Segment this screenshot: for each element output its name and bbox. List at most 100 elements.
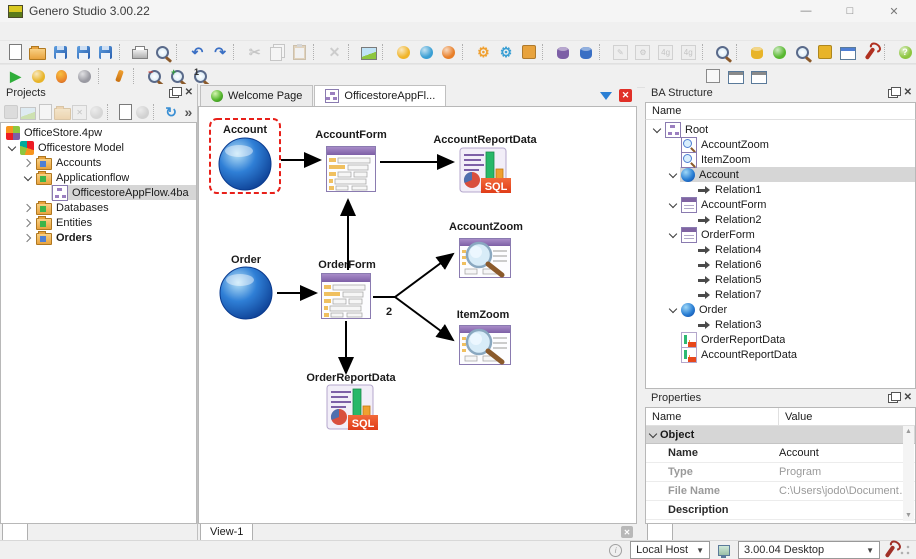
find-in-files-button[interactable] — [711, 42, 734, 62]
tree-entities[interactable]: Entities — [1, 215, 196, 230]
archive-button[interactable] — [2, 102, 19, 122]
build-all-button[interactable] — [415, 42, 438, 62]
tab-view-1[interactable]: View-1 — [200, 524, 254, 541]
menu-build[interactable] — [76, 30, 94, 32]
diagram-node-accountreportdata[interactable]: AccountReportData — [433, 134, 538, 194]
pin-button[interactable] — [108, 66, 131, 86]
resize-grip[interactable] — [900, 545, 910, 555]
panel-splitter[interactable] — [637, 84, 645, 541]
ba-relation5[interactable]: Relation5 — [646, 272, 915, 287]
screenshot-button[interactable] — [358, 42, 381, 62]
edit-schema-button[interactable]: ✎ — [609, 42, 632, 62]
menu-items[interactable] — [58, 30, 76, 32]
prop-file-name[interactable]: File Name C:\Users\jodo\Documents\My Gen… — [646, 482, 915, 501]
dependencies-button[interactable] — [134, 102, 151, 122]
tree-chevron[interactable] — [650, 128, 664, 132]
ba-accountzoom[interactable]: AccountZoom — [646, 136, 915, 153]
tools-wrench-button[interactable] — [859, 42, 882, 62]
tree-chevron[interactable] — [21, 205, 35, 211]
tab-projects[interactable] — [2, 524, 28, 541]
tree-applicationflow[interactable]: Applicationflow — [1, 170, 196, 185]
save-as-button[interactable] — [72, 42, 95, 62]
ba-accountreportdata[interactable]: AccountReportData — [646, 346, 915, 363]
copy-button[interactable] — [266, 42, 289, 62]
menu-scm[interactable] — [130, 30, 148, 32]
projects-float-icon[interactable] — [168, 86, 182, 98]
property-value[interactable]: Program — [772, 466, 915, 478]
float-view-button[interactable] — [724, 66, 747, 86]
diagram-node-orderform[interactable]: OrderForm — [318, 259, 376, 319]
diagram-node-order[interactable]: Order — [219, 254, 273, 320]
prop-name[interactable]: Name Account — [646, 444, 915, 463]
new-file-button[interactable] — [4, 42, 27, 62]
tree-chevron[interactable] — [5, 146, 19, 150]
generate-button[interactable]: ⚙ — [632, 42, 655, 62]
help-button[interactable]: ? — [894, 42, 916, 62]
print-button[interactable] — [129, 42, 152, 62]
run-button[interactable]: ▶ — [4, 66, 27, 86]
save-button[interactable] — [49, 42, 72, 62]
build-node-button[interactable] — [88, 102, 105, 122]
menu-database[interactable] — [112, 30, 130, 32]
tree-officestoreappflow-4ba[interactable]: OfficestoreAppFlow.4ba — [1, 184, 196, 201]
build-button[interactable] — [392, 42, 415, 62]
properties-close-icon[interactable]: ✕ — [904, 393, 912, 403]
zoom-actual-button[interactable]: 1 — [189, 66, 212, 86]
properties-group-object[interactable]: Object — [646, 426, 915, 444]
save-all-button[interactable] — [95, 42, 118, 62]
exclude-button[interactable]: ✕ — [71, 102, 88, 122]
export-database-button[interactable] — [575, 42, 598, 62]
zoom-in-button[interactable]: + — [166, 66, 189, 86]
tab-properties[interactable] — [647, 524, 673, 541]
meta-schema-button[interactable] — [814, 42, 837, 62]
print-preview-button[interactable] — [152, 42, 175, 62]
tab-files[interactable] — [28, 524, 52, 540]
form-designer-button[interactable] — [837, 42, 860, 62]
close-button[interactable]: ✕ — [872, 0, 916, 22]
add-file-button[interactable] — [117, 102, 134, 122]
diagram-node-orderreportdata[interactable]: OrderReportData — [306, 372, 396, 431]
scroll-up-icon[interactable]: ▲ — [905, 428, 912, 435]
tree-chevron[interactable] — [21, 220, 35, 226]
ba-relation6[interactable]: Relation6 — [646, 257, 915, 272]
ba-relation3[interactable]: Relation3 — [646, 317, 915, 332]
ba-account[interactable]: Account — [646, 167, 915, 182]
properties-float-icon[interactable] — [887, 391, 901, 403]
tree-chevron[interactable] — [21, 176, 35, 180]
tree-officestore-model[interactable]: Officestore Model — [1, 140, 196, 155]
group-chevron[interactable] — [646, 433, 660, 437]
menu-window[interactable] — [166, 30, 184, 32]
runtime-select[interactable]: 3.00.04 Desktop ▼ — [738, 541, 880, 559]
ba-root[interactable]: Root — [646, 121, 915, 138]
tree-chevron[interactable] — [666, 173, 680, 177]
paste-button[interactable] — [289, 42, 312, 62]
ba-relation2[interactable]: Relation2 — [646, 212, 915, 227]
tree-officestore-4pw[interactable]: OfficeStore.4pw — [1, 125, 196, 140]
diagram-node-account[interactable]: Account — [209, 118, 281, 194]
tab-officestore-appflow[interactable]: OfficestoreAppFl... — [314, 85, 447, 106]
configure-gear-button[interactable]: ⚙ — [495, 42, 518, 62]
package-button[interactable] — [517, 42, 540, 62]
maximize-button[interactable]: □ — [828, 0, 872, 22]
compile-node-button[interactable] — [36, 102, 53, 122]
sql-editor-button[interactable] — [791, 42, 814, 62]
ba-orderreportdata[interactable]: OrderReportData — [646, 331, 915, 348]
ba-relation4[interactable]: Relation4 — [646, 242, 915, 257]
ba-relation7[interactable]: Relation7 — [646, 287, 915, 302]
runtime-config-wrench-icon[interactable] — [884, 544, 896, 558]
db-schema-button[interactable] — [746, 42, 769, 62]
delete-button[interactable]: ✕ — [323, 42, 346, 62]
debug-button[interactable] — [50, 66, 73, 86]
maximize-view-button[interactable] — [701, 66, 724, 86]
import-database-button[interactable] — [552, 42, 575, 62]
stop-button[interactable] — [73, 66, 96, 86]
prop-description[interactable]: Description — [646, 501, 915, 520]
property-value[interactable]: C:\Users\jodo\Documents\My Gene... — [772, 485, 915, 497]
compile-form-button[interactable]: 4g — [677, 42, 700, 62]
tab-welcome-page[interactable]: Welcome Page — [200, 85, 314, 106]
diagram-canvas[interactable]: SQL — [198, 106, 637, 524]
tree-chevron[interactable] — [666, 233, 680, 237]
menu-file[interactable] — [4, 30, 22, 32]
settings-gear-button[interactable]: ⚙ — [472, 42, 495, 62]
tree-chevron[interactable] — [666, 308, 680, 312]
